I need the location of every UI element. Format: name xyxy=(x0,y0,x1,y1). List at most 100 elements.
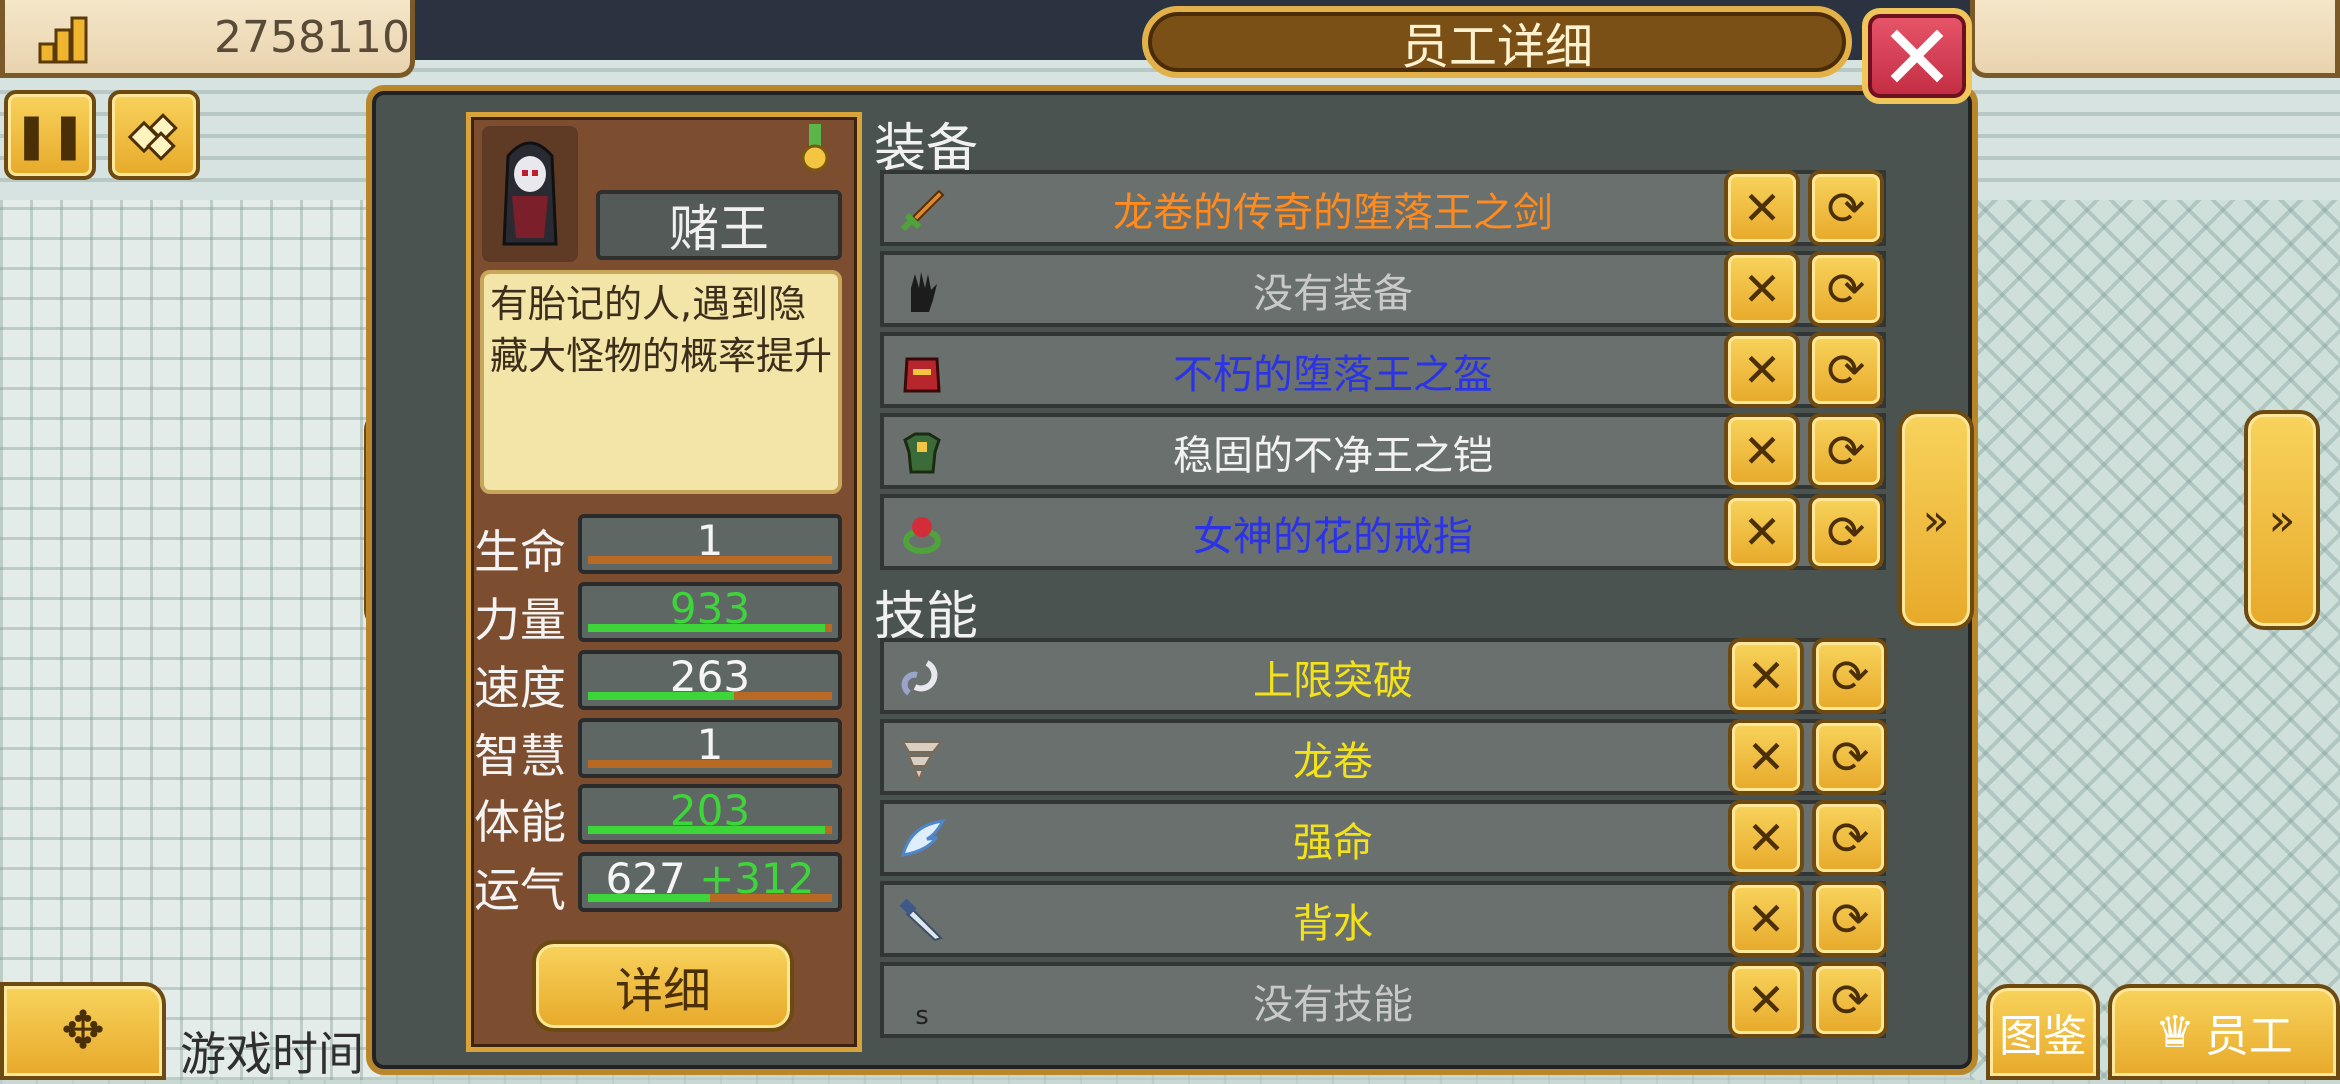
stat-fill-speed xyxy=(588,692,735,700)
unequip-button[interactable]: ✕ xyxy=(1724,251,1800,327)
hooded-figure-icon xyxy=(502,141,558,246)
stat-bar-hp: 1 xyxy=(578,514,842,574)
swap-icon: ⟳ xyxy=(1826,262,1866,316)
x-icon: ✕ xyxy=(1746,811,1786,865)
swap-skill-button[interactable]: ⟳ xyxy=(1812,719,1888,795)
cubes-button[interactable] xyxy=(108,90,200,180)
skill-name: 没有技能 xyxy=(1253,982,1413,1028)
close-icon xyxy=(1890,29,1944,83)
remove-skill-button[interactable]: ✕ xyxy=(1728,719,1804,795)
unequip-button[interactable]: ✕ xyxy=(1724,170,1800,246)
swap-button[interactable]: ⟳ xyxy=(1808,413,1884,489)
swap-button[interactable]: ⟳ xyxy=(1808,251,1884,327)
double-right-arrow-icon: » xyxy=(2268,494,2296,546)
swap-skill-button[interactable]: ⟳ xyxy=(1812,638,1888,714)
skill-name: 龙卷 xyxy=(1293,739,1373,785)
character-name[interactable]: 赌王 xyxy=(596,190,842,260)
x-icon: ✕ xyxy=(1742,343,1782,397)
unequip-button[interactable]: ✕ xyxy=(1724,332,1800,408)
swap-icon: ⟳ xyxy=(1830,811,1870,865)
stat-fill-strength xyxy=(588,624,825,632)
stat-bar-stamina: 203 xyxy=(578,784,842,844)
stat-label-hp: 生命 xyxy=(474,525,566,579)
helmet-icon xyxy=(894,344,950,400)
detail-button[interactable]: 详细 xyxy=(532,940,794,1032)
sword-icon xyxy=(894,182,950,238)
stat-bar-speed: 263 xyxy=(578,650,842,710)
swap-button[interactable]: ⟳ xyxy=(1808,332,1884,408)
stat-bar-strength: 933 xyxy=(578,582,842,642)
next-employee-button[interactable]: » xyxy=(1898,410,1974,630)
stat-label-luck: 运气 xyxy=(474,863,566,917)
stat-label-strength: 力量 xyxy=(474,593,566,647)
x-icon: ✕ xyxy=(1746,649,1786,703)
dialog-title: 员工详细 xyxy=(1142,6,1852,78)
cubes-icon xyxy=(127,113,178,161)
x-icon: ✕ xyxy=(1742,505,1782,559)
game-time-label: 游戏时间 xyxy=(180,1027,364,1081)
swap-skill-button[interactable]: ⟳ xyxy=(1812,881,1888,957)
x-icon: ✕ xyxy=(1746,730,1786,784)
skill-name: 强命 xyxy=(1293,820,1373,866)
x-icon: ✕ xyxy=(1742,181,1782,235)
dagger-icon xyxy=(894,893,950,949)
building-stack-icon xyxy=(38,16,88,64)
swap-icon: ⟳ xyxy=(1830,892,1870,946)
remove-skill-button[interactable]: ✕ xyxy=(1728,962,1804,1038)
background-floor-right xyxy=(1970,200,2340,1080)
pause-button[interactable]: ❚❚ xyxy=(4,90,96,180)
skill-name: 背水 xyxy=(1293,901,1373,947)
compass-icon: ✥ xyxy=(61,1001,105,1061)
equipment-name: 稳固的不净王之铠 xyxy=(1173,433,1493,479)
stat-bar-luck: 627 +312 xyxy=(578,852,842,912)
x-icon: ✕ xyxy=(1746,892,1786,946)
unequip-button[interactable]: ✕ xyxy=(1724,413,1800,489)
swap-icon: ⟳ xyxy=(1830,973,1870,1027)
close-button[interactable] xyxy=(1862,8,1972,104)
medal-icon xyxy=(801,124,829,172)
staff-button[interactable]: ♛ 员工 xyxy=(2108,984,2340,1080)
ring-icon xyxy=(894,506,950,562)
stat-fill-luck xyxy=(588,894,710,902)
remove-skill-button[interactable]: ✕ xyxy=(1728,800,1804,876)
glove-icon xyxy=(894,263,950,319)
encyclopedia-label: 图鉴 xyxy=(1999,1011,2087,1062)
stat-fill-stamina xyxy=(588,826,825,834)
swap-skill-button[interactable]: ⟳ xyxy=(1812,962,1888,1038)
swap-button[interactable]: ⟳ xyxy=(1808,494,1884,570)
stat-bar-wisdom: 1 xyxy=(578,718,842,778)
x-icon: ✕ xyxy=(1746,973,1786,1027)
encyclopedia-button[interactable]: 图鉴 xyxy=(1986,984,2100,1080)
swap-icon: ⟳ xyxy=(1826,424,1866,478)
outer-next-button[interactable]: » xyxy=(2244,410,2320,630)
empty-skill-icon: s xyxy=(894,974,950,1031)
stat-label-stamina: 体能 xyxy=(474,795,566,849)
money-value: 2758110 xyxy=(214,12,410,63)
remove-skill-button[interactable]: ✕ xyxy=(1728,638,1804,714)
equipment-name: 女神的花的戒指 xyxy=(1193,514,1473,560)
staff-label: 员工 xyxy=(2204,1011,2293,1062)
equipment-name: 没有装备 xyxy=(1253,271,1413,317)
x-icon: ✕ xyxy=(1742,262,1782,316)
wing-icon xyxy=(894,812,950,868)
swap-icon: ⟳ xyxy=(1826,505,1866,559)
map-button[interactable]: ✥ xyxy=(0,982,166,1080)
chain-icon xyxy=(894,650,950,706)
swap-skill-button[interactable]: ⟳ xyxy=(1812,800,1888,876)
pause-icon: ❚❚ xyxy=(13,109,87,161)
swap-icon: ⟳ xyxy=(1826,181,1866,235)
swap-icon: ⟳ xyxy=(1830,649,1870,703)
remove-skill-button[interactable]: ✕ xyxy=(1728,881,1804,957)
character-description: 有胎记的人,遇到隐藏大怪物的概率提升 xyxy=(480,270,842,494)
x-icon: ✕ xyxy=(1742,424,1782,478)
unequip-button[interactable]: ✕ xyxy=(1724,494,1800,570)
stat-label-wisdom: 智慧 xyxy=(474,729,566,783)
empty-skill-marker: s xyxy=(915,1001,929,1031)
tornado-icon xyxy=(894,731,950,787)
background-floor-left xyxy=(0,200,380,1080)
top-right-bar xyxy=(1970,0,2340,78)
swap-button[interactable]: ⟳ xyxy=(1808,170,1884,246)
armor-icon xyxy=(894,425,950,481)
swap-icon: ⟳ xyxy=(1826,343,1866,397)
crown-icon: ♛ xyxy=(2155,1006,2195,1058)
